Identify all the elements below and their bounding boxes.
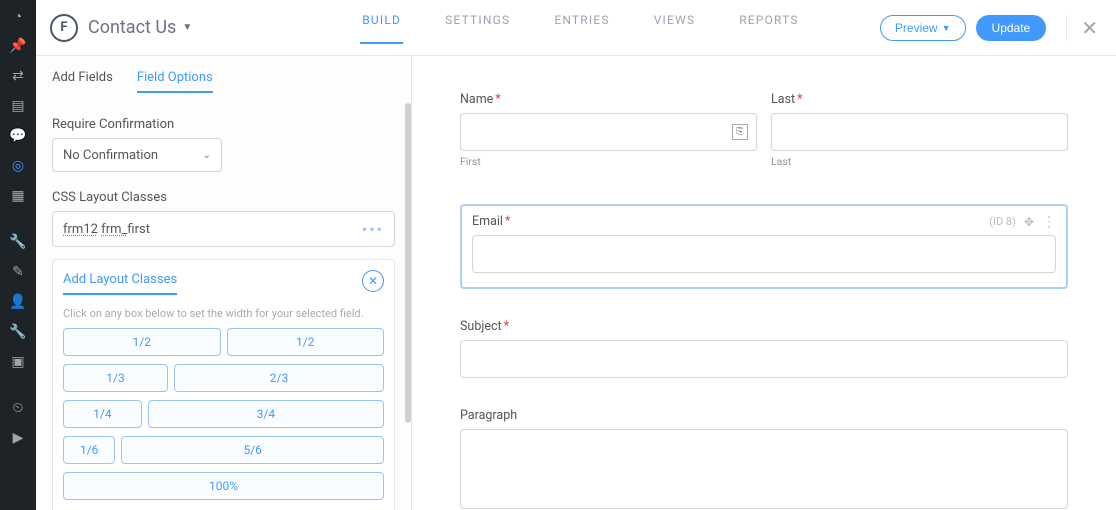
tab-build[interactable]: BUILD — [362, 13, 401, 43]
autofill-icon: ⎘ — [732, 124, 748, 140]
scrollbar[interactable] — [405, 103, 411, 423]
rail-list-icon[interactable]: ▦ — [8, 186, 28, 206]
rail-doc-icon[interactable]: ▤ — [8, 96, 28, 116]
layout-cell-third[interactable]: 1/3 — [63, 364, 168, 392]
rail-brush-icon[interactable]: ✎ — [8, 262, 28, 282]
layout-classes-panel: ✕ Add Layout Classes Click on any box be… — [52, 259, 395, 510]
rail-dashboard-icon[interactable]: ◔ — [8, 6, 28, 26]
rail-pin-icon[interactable]: 📌 — [8, 36, 28, 56]
brand-logo: F — [50, 14, 78, 42]
field-name[interactable]: Name* ⎘ First — [460, 92, 757, 168]
layout-panel-title: Add Layout Classes — [63, 272, 177, 295]
move-handle-icon[interactable]: ✥ — [1024, 215, 1034, 229]
layout-cell-full[interactable]: 100% — [63, 472, 384, 500]
layout-cell-three-quarters[interactable]: 3/4 — [148, 400, 384, 428]
rail-chat-icon[interactable]: 💬 — [8, 126, 28, 146]
tab-views[interactable]: VIEWS — [654, 13, 696, 43]
last-input[interactable] — [771, 113, 1068, 151]
page-title-caret-icon[interactable]: ▼ — [182, 22, 192, 33]
kebab-menu-icon[interactable]: ⋮ — [1042, 215, 1056, 229]
page-title[interactable]: Contact Us — [88, 17, 176, 38]
rail-save-icon[interactable]: ▣ — [8, 352, 28, 372]
chevron-down-icon: ⌄ — [203, 150, 211, 161]
tab-reports[interactable]: REPORTS — [739, 13, 799, 43]
sidebar-tab-add-fields[interactable]: Add Fields — [52, 70, 113, 93]
css-layout-classes-input[interactable]: frm12 frm_first ••• — [52, 211, 395, 247]
rail-user-icon[interactable]: 👤 — [8, 292, 28, 312]
update-button[interactable]: Update — [976, 15, 1047, 41]
last-sublabel: Last — [771, 155, 1068, 168]
field-paragraph[interactable]: Paragraph — [460, 408, 1068, 509]
email-input[interactable] — [472, 235, 1056, 273]
sidebar-tabs: Add Fields Field Options — [36, 56, 411, 103]
require-confirmation-label: Require Confirmation — [52, 117, 395, 132]
field-id-badge: (ID 8) — [989, 215, 1016, 228]
require-confirmation-select[interactable]: No Confirmation ⌄ — [52, 138, 222, 172]
layout-panel-hint: Click on any box below to set the width … — [63, 307, 384, 320]
rail-formidable-icon[interactable]: ◎ — [8, 156, 28, 176]
layout-cell-sixth[interactable]: 1/6 — [63, 436, 115, 464]
required-indicator: * — [797, 92, 802, 107]
close-panel-icon[interactable]: ✕ — [362, 270, 384, 292]
wp-admin-rail: ◔ 📌 ⇄ ▤ 💬 ◎ ▦ 🔧 ✎ 👤 🔧 ▣ ⏲ ▶ — [0, 0, 36, 510]
top-actions: Preview▼ Update ✕ — [880, 15, 1098, 41]
sidebar-tab-field-options[interactable]: Field Options — [137, 70, 213, 93]
form-canvas: Name* ⎘ First Last* Last Email* (ID 8) ✥… — [412, 56, 1116, 510]
close-icon[interactable]: ✕ — [1066, 15, 1098, 41]
preview-button[interactable]: Preview▼ — [880, 15, 966, 41]
sidebar: Add Fields Field Options Required Unique… — [36, 56, 412, 510]
chevron-down-icon: ▼ — [942, 23, 951, 33]
field-email-selected[interactable]: Email* (ID 8) ✥ ⋮ — [460, 204, 1068, 289]
field-last[interactable]: Last* Last — [771, 92, 1068, 168]
tab-settings[interactable]: SETTINGS — [445, 13, 510, 43]
layout-cell-quarter[interactable]: 1/4 — [63, 400, 142, 428]
rail-gauge-icon[interactable]: ⏲ — [8, 398, 28, 418]
required-indicator: * — [495, 92, 500, 107]
paragraph-textarea[interactable] — [460, 429, 1068, 509]
name-sublabel: First — [460, 155, 757, 168]
sidebar-body: Required Unique Read Only Require Confir… — [36, 103, 411, 510]
subject-input[interactable] — [460, 340, 1068, 378]
tab-entries[interactable]: ENTRIES — [554, 13, 609, 43]
hidden-checkbox-row: Required Unique Read Only — [52, 103, 395, 105]
field-subject[interactable]: Subject* — [460, 319, 1068, 378]
layout-cell-five-sixths[interactable]: 5/6 — [121, 436, 384, 464]
rail-tools-icon[interactable]: 🔧 — [8, 232, 28, 252]
primary-tabs: BUILD SETTINGS ENTRIES VIEWS REPORTS — [362, 13, 799, 43]
rail-wrench-icon[interactable]: 🔧 — [8, 322, 28, 342]
rail-play-icon[interactable]: ▶ — [8, 428, 28, 448]
required-indicator: * — [505, 214, 510, 229]
css-layout-classes-label: CSS Layout Classes — [52, 190, 395, 205]
rail-plugin-icon[interactable]: ⇄ — [8, 66, 28, 86]
top-bar: F Contact Us ▼ BUILD SETTINGS ENTRIES VI… — [36, 0, 1116, 56]
required-indicator: * — [504, 319, 509, 334]
layout-cell-half[interactable]: 1/2 — [227, 328, 385, 356]
name-input[interactable]: ⎘ — [460, 113, 757, 151]
layout-cell-half[interactable]: 1/2 — [63, 328, 221, 356]
layout-cell-two-thirds[interactable]: 2/3 — [174, 364, 384, 392]
ellipsis-icon[interactable]: ••• — [362, 220, 384, 239]
